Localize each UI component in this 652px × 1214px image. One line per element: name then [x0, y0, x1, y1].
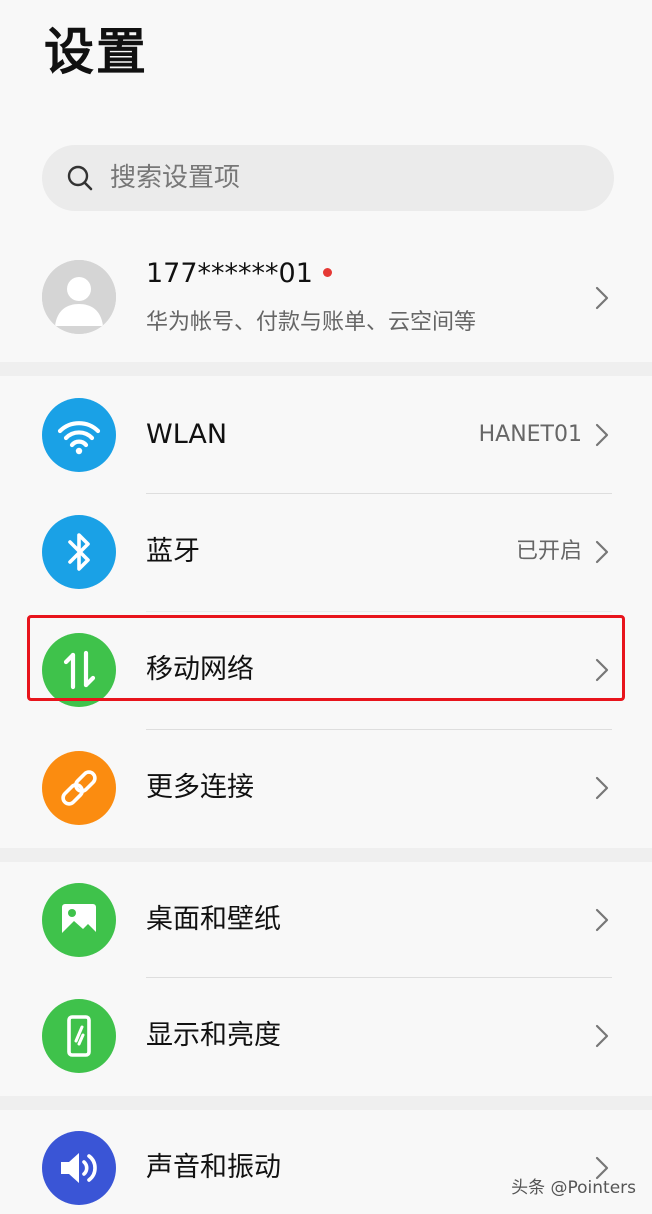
account-name: 177******01 [146, 258, 332, 289]
notification-dot [322, 268, 332, 277]
settings-item-sound[interactable]: 声音和振动 [0, 1110, 652, 1214]
chevron-right-icon [595, 1024, 609, 1048]
section-separator [0, 1096, 652, 1110]
watermark: 头条 @Pointers [511, 1178, 636, 1198]
picture-icon [42, 883, 116, 957]
settings-item-label: WLAN [146, 419, 228, 450]
display-phone-icon [42, 999, 116, 1073]
avatar-person-icon [42, 260, 116, 334]
chevron-right-icon [595, 776, 609, 800]
highlight-annotation-box [27, 615, 625, 701]
wifi-icon [42, 398, 116, 472]
settings-item-label: 声音和振动 [146, 1152, 281, 1183]
settings-item-value: HANET01 [478, 422, 582, 447]
account-name-text: 177******01 [146, 258, 313, 289]
settings-item-value: 已开启 [515, 539, 582, 564]
settings-item-bluetooth[interactable]: 蓝牙 已开启 [0, 494, 652, 610]
settings-item-label: 显示和亮度 [146, 1020, 281, 1051]
settings-item-wlan[interactable]: WLAN HANET01 [0, 377, 652, 493]
speaker-icon [42, 1131, 116, 1205]
settings-page: 设置 搜索设置项 177******01 华为帐号、付款与账单、云空间等 WLA… [0, 0, 652, 1214]
section-separator [0, 848, 652, 862]
account-row[interactable]: 177******01 华为帐号、付款与账单、云空间等 [0, 240, 652, 356]
page-title: 设置 [44, 23, 148, 81]
search-bar[interactable]: 搜索设置项 [42, 145, 614, 211]
chevron-right-icon [595, 286, 609, 310]
bluetooth-icon [42, 515, 116, 589]
section-separator [0, 362, 652, 376]
settings-item-display[interactable]: 显示和亮度 [0, 978, 652, 1094]
settings-item-label: 更多连接 [146, 772, 254, 803]
settings-item-more-connections[interactable]: 更多连接 [0, 730, 652, 846]
chevron-right-icon [595, 908, 609, 932]
chevron-right-icon [595, 540, 609, 564]
settings-item-wallpaper[interactable]: 桌面和壁纸 [0, 862, 652, 978]
settings-item-label: 蓝牙 [146, 536, 200, 567]
account-subtitle: 华为帐号、付款与账单、云空间等 [146, 310, 477, 335]
chevron-right-icon [595, 423, 609, 447]
settings-item-label: 桌面和壁纸 [146, 904, 281, 935]
search-input[interactable]: 搜索设置项 [110, 145, 240, 211]
search-icon [67, 165, 93, 191]
link-icon [42, 751, 116, 825]
avatar [42, 260, 116, 334]
